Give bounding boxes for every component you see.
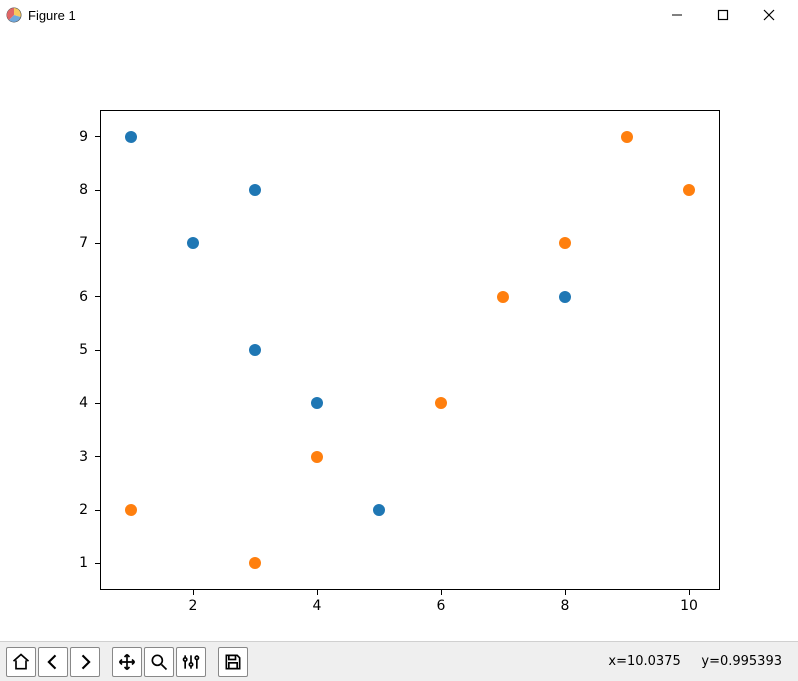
data-point [311, 397, 323, 409]
data-point [249, 344, 261, 356]
y-tick-mark [95, 456, 100, 457]
x-tick-mark [317, 590, 318, 595]
cursor-coordinates: x=10.0375 y=0.995393 [608, 654, 792, 669]
configure-icon [181, 652, 201, 672]
save-button[interactable] [218, 647, 248, 677]
x-tick-label: 8 [561, 598, 570, 614]
data-point [559, 237, 571, 249]
back-icon [43, 652, 63, 672]
y-tick-label: 9 [79, 129, 88, 145]
data-point [621, 131, 633, 143]
x-tick-label: 6 [437, 598, 446, 614]
close-button[interactable] [746, 0, 792, 30]
y-tick-label: 8 [79, 182, 88, 198]
x-tick-mark [565, 590, 566, 595]
data-point [125, 504, 137, 516]
y-tick-label: 7 [79, 235, 88, 251]
y-tick-mark [95, 190, 100, 191]
zoom-button[interactable] [144, 647, 174, 677]
navigation-toolbar: x=10.0375 y=0.995393 [0, 641, 798, 681]
home-icon [11, 652, 31, 672]
data-point [683, 184, 695, 196]
x-tick-label: 4 [313, 598, 322, 614]
y-tick-label: 4 [79, 395, 88, 411]
x-tick-label: 2 [189, 598, 198, 614]
y-tick-mark [95, 136, 100, 137]
data-point [311, 451, 323, 463]
matplotlib-figure-icon [6, 7, 22, 23]
y-tick-label: 1 [79, 555, 88, 571]
pan-button[interactable] [112, 647, 142, 677]
data-point [373, 504, 385, 516]
window-controls [654, 0, 792, 30]
zoom-icon [149, 652, 169, 672]
data-point [249, 557, 261, 569]
back-button[interactable] [38, 647, 68, 677]
data-point [125, 131, 137, 143]
y-tick-label: 2 [79, 502, 88, 518]
maximize-button[interactable] [700, 0, 746, 30]
x-tick-mark [441, 590, 442, 595]
x-tick-label: 10 [680, 598, 698, 614]
forward-button[interactable] [70, 647, 100, 677]
pan-icon [117, 652, 137, 672]
y-tick-mark [95, 296, 100, 297]
plot-axes [100, 110, 720, 590]
y-tick-mark [95, 350, 100, 351]
window-title: Figure 1 [28, 8, 76, 23]
data-point [187, 237, 199, 249]
data-point [249, 184, 261, 196]
data-point [559, 291, 571, 303]
home-button[interactable] [6, 647, 36, 677]
configure-subplots-button[interactable] [176, 647, 206, 677]
data-point [435, 397, 447, 409]
y-tick-mark [95, 403, 100, 404]
y-tick-label: 6 [79, 289, 88, 305]
window-title-bar: Figure 1 [0, 0, 798, 30]
y-tick-mark [95, 243, 100, 244]
save-icon [223, 652, 243, 672]
y-tick-label: 3 [79, 449, 88, 465]
figure-canvas[interactable]: 246810123456789 [0, 30, 798, 641]
y-tick-mark [95, 510, 100, 511]
x-tick-mark [193, 590, 194, 595]
y-tick-label: 5 [79, 342, 88, 358]
data-point [497, 291, 509, 303]
x-tick-mark [689, 590, 690, 595]
forward-icon [75, 652, 95, 672]
minimize-button[interactable] [654, 0, 700, 30]
y-tick-mark [95, 563, 100, 564]
